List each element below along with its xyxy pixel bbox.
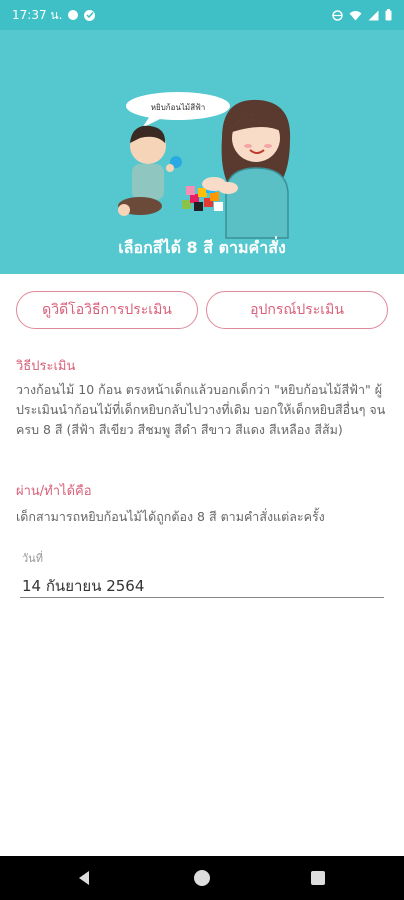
watch-video-button[interactable]: ดูวิดีโอวิธีการประเมิน — [16, 291, 198, 329]
battery-icon — [385, 9, 392, 21]
system-navigation-bar — [0, 856, 404, 900]
notification-dot-icon — [68, 10, 79, 20]
home-icon[interactable] — [194, 870, 210, 886]
back-icon[interactable] — [77, 870, 93, 886]
wifi-icon — [349, 10, 362, 21]
check-circle-icon — [84, 9, 96, 21]
pass-criteria-text: เด็กสามารถหยิบก้อนไม้ได้ถูกต้อง 8 สี ตาม… — [16, 509, 325, 524]
data-saver-icon — [332, 9, 343, 21]
action-buttons: ดูวิดีโอวิธีการประเมิน อุปกรณ์ประเมิน — [16, 291, 388, 329]
assessment-tools-button[interactable]: อุปกรณ์ประเมิน — [206, 291, 388, 329]
date-field[interactable]: 14 กันยายน 2564 — [22, 574, 144, 598]
child-and-mother-illustration: หยิบก้อนไม้สีฟ้า — [118, 92, 291, 239]
method-text: วางก้อนไม้ 10 ก้อน ตรงหน้าเด็กแล้วบอกเด็… — [16, 382, 386, 437]
speech-bubble-text: หยิบก้อนไม้สีฟ้า — [151, 103, 206, 112]
recent-apps-icon[interactable] — [311, 871, 325, 885]
date-field-label: วันที่ — [22, 552, 43, 565]
status-bar: 17:37 น. — [0, 0, 404, 30]
signal-icon — [368, 10, 379, 21]
page-title: เลือกสีได้ 8 สี ตามคำสั่ง — [118, 238, 286, 257]
pass-criteria-heading: ผ่าน/ทำได้คือ — [16, 484, 92, 499]
hero-header: หยิบก้อนไม้สีฟ้า เลือกสีได้ 8 สี ตามคำสั… — [0, 30, 404, 274]
method-heading: วิธีประเมิน — [16, 359, 76, 374]
status-time: 17:37 น. — [12, 7, 63, 22]
date-field-underline — [20, 597, 384, 598]
